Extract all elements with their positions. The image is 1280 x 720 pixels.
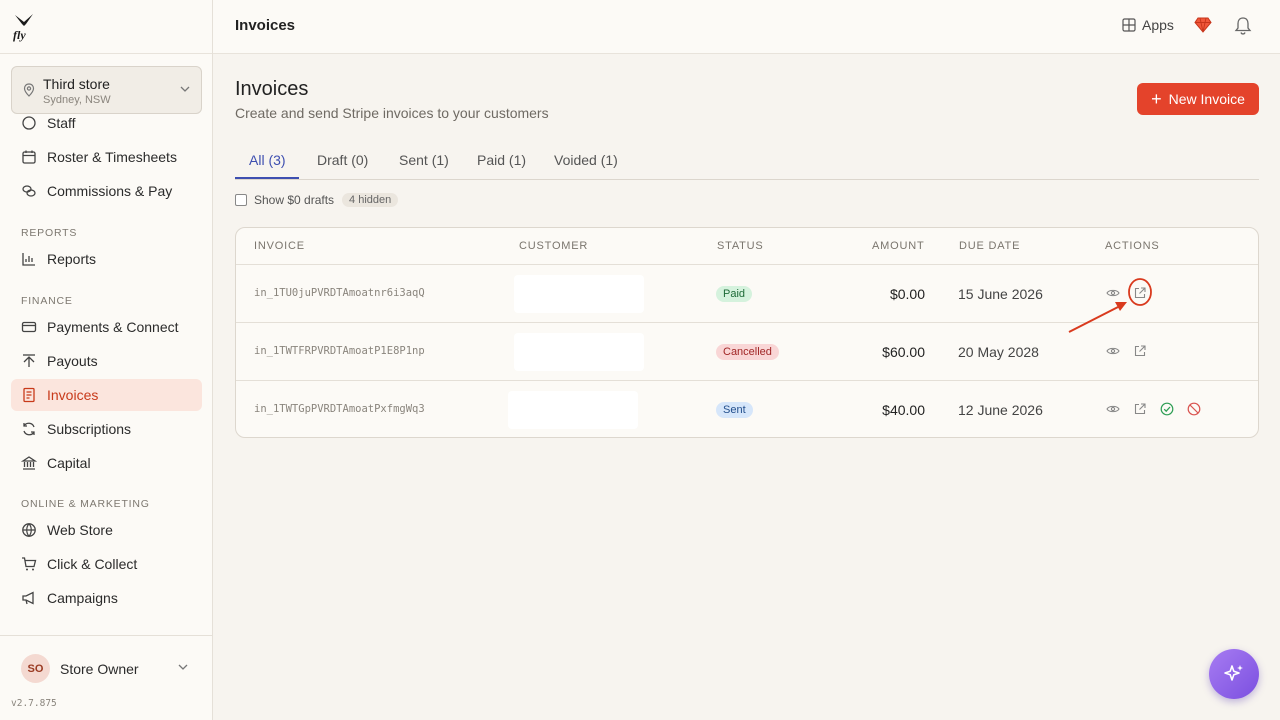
sparkle-icon [1224,665,1243,681]
annotation-arrow [1068,305,1121,333]
annotation-arrowhead [1115,302,1127,311]
ai-assistant-button[interactable] [1209,649,1259,699]
highlight-circle [1128,278,1152,306]
annotation-overlay [1068,278,1152,333]
